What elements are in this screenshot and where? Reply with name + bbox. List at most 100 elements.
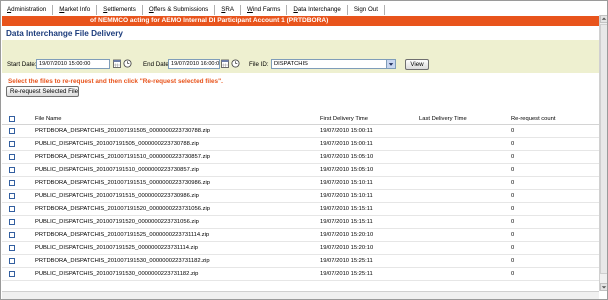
file-name-cell: PRTDBORA_DISPATCHIS_201007191530_0000000…	[35, 258, 210, 264]
row-checkbox[interactable]	[9, 271, 15, 277]
first-delivery-cell: 19/07/2010 15:05:10	[320, 167, 374, 173]
rerequest-count-cell: 0	[511, 193, 515, 199]
file-name-cell: PRTDBORA_DISPATCHIS_201007191525_0000000…	[35, 232, 210, 238]
table-row: PUBLIC_DISPATCHIS_201007191505_000000022…	[2, 138, 599, 151]
end-calendar-icon[interactable]	[221, 59, 229, 68]
table-row: PRTDBORA_DISPATCHIS_201007191525_0000000…	[2, 229, 599, 242]
file-name-cell: PUBLIC_DISPATCHIS_201007191530_000000022…	[35, 271, 199, 277]
start-date-label: Start Date:	[7, 61, 37, 68]
rerequest-count-cell: 0	[511, 271, 515, 277]
first-delivery-cell: 19/07/2010 15:25:11	[320, 271, 373, 277]
page-title: Data Interchange File Delivery	[6, 29, 123, 38]
rerequest-count-cell: 0	[511, 245, 515, 251]
first-delivery-cell: 19/07/2010 15:00:11	[320, 128, 373, 134]
file-id-label: File ID:	[249, 61, 269, 68]
row-checkbox[interactable]	[9, 141, 15, 147]
rerequest-count-cell: 0	[511, 167, 515, 173]
end-clock-icon[interactable]	[231, 59, 240, 68]
header-first-delivery-time[interactable]: First Delivery Time	[320, 113, 410, 125]
first-delivery-cell: 19/07/2010 15:00:11	[320, 141, 373, 147]
file-id-selected-value: DISPATCHIS	[274, 61, 308, 67]
rerequest-count-cell: 0	[511, 219, 515, 225]
table-row: PRTDBORA_DISPATCHIS_201007191520_0000000…	[2, 203, 599, 216]
rerequest-count-cell: 0	[511, 232, 515, 238]
main-menu-bar: Administration Market Info Settlements Offe…	[1, 4, 599, 15]
table-row: PRTDBORA_DISPATCHIS_201007191515_0000000…	[2, 177, 599, 190]
row-checkbox[interactable]	[9, 167, 15, 173]
row-checkbox[interactable]	[9, 245, 15, 251]
start-clock-icon[interactable]	[123, 59, 132, 68]
menu-market-info[interactable]: Market Info	[53, 4, 98, 15]
table-row: PUBLIC_DISPATCHIS_201007191525_000000022…	[2, 242, 599, 255]
header-file-name[interactable]: File Name	[35, 113, 315, 125]
file-name-cell: PUBLIC_DISPATCHIS_201007191510_000000022…	[35, 167, 199, 173]
start-calendar-icon[interactable]	[113, 59, 121, 68]
first-delivery-cell: 19/07/2010 15:05:10	[320, 154, 374, 160]
rerequest-selected-button[interactable]: Re-request Selected File	[6, 86, 79, 97]
select-all-checkbox[interactable]	[9, 116, 15, 122]
files-table: File Name First Delivery Time Last Deliv…	[2, 113, 599, 281]
file-name-cell: PUBLIC_DISPATCHIS_201007191515_000000022…	[35, 193, 199, 199]
scroll-up-icon[interactable]	[600, 15, 607, 23]
menu-offers-submissions[interactable]: Offers & Submissions	[143, 4, 216, 15]
file-name-cell: PUBLIC_DISPATCHIS_201007191525_000000022…	[35, 245, 198, 251]
filter-panel: Start Date: 19/07/2010 15:00:00 End Date…	[2, 40, 599, 73]
end-date-label: End Date:	[143, 61, 171, 68]
file-name-cell: PRTDBORA_DISPATCHIS_201007191510_0000000…	[35, 154, 210, 160]
menu-wind-farms[interactable]: Wind Farms	[241, 4, 288, 15]
table-row: PRTDBORA_DISPATCHIS_201007191510_0000000…	[2, 151, 599, 164]
first-delivery-cell: 19/07/2010 15:10:11	[320, 180, 373, 186]
start-date-input[interactable]: 19/07/2010 15:00:00	[36, 59, 110, 69]
menu-sra[interactable]: SRA	[215, 4, 242, 15]
table-row: PUBLIC_DISPATCHIS_201007191520_000000022…	[2, 216, 599, 229]
table-row: PRTDBORA_DISPATCHIS_201007191530_0000000…	[2, 255, 599, 268]
row-checkbox[interactable]	[9, 128, 15, 134]
row-checkbox[interactable]	[9, 154, 15, 160]
view-button[interactable]: View	[405, 59, 429, 70]
rerequest-count-cell: 0	[511, 154, 515, 160]
rerequest-count-cell: 0	[511, 180, 515, 186]
menu-data-interchange-label: ata Interchange	[297, 5, 341, 13]
row-checkbox[interactable]	[9, 219, 15, 225]
chevron-down-icon[interactable]	[386, 60, 395, 68]
table-row: PRTDBORA_DISPATCHIS_201007191505_0000000…	[2, 125, 599, 138]
menu-administration[interactable]: Administration	[1, 4, 54, 15]
menu-market-info-label: arket Info	[64, 5, 91, 13]
first-delivery-cell: 19/07/2010 15:10:11	[320, 193, 373, 199]
file-name-cell: PUBLIC_DISPATCHIS_201007191520_000000022…	[35, 219, 199, 225]
menu-data-interchange[interactable]: Data Interchange	[287, 4, 348, 15]
end-date-input[interactable]: 19/07/2010 16:00:00	[168, 59, 220, 69]
menu-sra-label: RA	[225, 5, 235, 13]
menu-sign-out[interactable]: Sign Out	[348, 4, 385, 15]
row-checkbox[interactable]	[9, 206, 15, 212]
file-name-cell: PRTDBORA_DISPATCHIS_201007191520_0000000…	[35, 206, 210, 212]
file-id-select[interactable]: DISPATCHIS	[271, 59, 396, 69]
first-delivery-cell: 19/07/2010 15:20:10	[320, 232, 374, 238]
row-checkbox[interactable]	[9, 180, 15, 186]
first-delivery-cell: 19/07/2010 15:25:11	[320, 258, 373, 264]
header-rerequest-count[interactable]: Re-request count	[511, 113, 591, 125]
table-row: PUBLIC_DISPATCHIS_201007191510_000000022…	[2, 164, 599, 177]
row-checkbox[interactable]	[9, 232, 15, 238]
account-banner: of NEMMCO acting for AEMO Internal DI Pa…	[2, 16, 599, 26]
menu-administration-label: dministration	[11, 5, 47, 13]
file-name-cell: PRTDBORA_DISPATCHIS_201007191505_0000000…	[35, 128, 210, 134]
table-row: PUBLIC_DISPATCHIS_201007191515_000000022…	[2, 190, 599, 203]
row-checkbox[interactable]	[9, 193, 15, 199]
row-checkbox[interactable]	[9, 258, 15, 264]
browser-window: Administration Market Info Settlements Offe…	[0, 0, 608, 300]
menu-wind-farms-label: ind Farms	[252, 5, 281, 13]
menu-settlements-label: ettlements	[107, 5, 136, 13]
scroll-down-icon[interactable]	[600, 283, 607, 291]
vertical-scrollbar[interactable]	[599, 15, 607, 291]
table-header: File Name First Delivery Time Last Deliv…	[2, 113, 599, 125]
horizontal-scrollbar[interactable]	[2, 291, 599, 299]
menu-offers-submissions-label: ffers & Submissions	[153, 5, 209, 13]
header-last-delivery-time[interactable]: Last Delivery Time	[419, 113, 509, 125]
menu-sign-out-label-pre: Sign Out	[353, 5, 378, 13]
menu-settlements[interactable]: Settlements	[97, 4, 143, 15]
rerequest-count-cell: 0	[511, 128, 515, 134]
instruction-text: Select the files to re-request and then …	[8, 78, 223, 85]
rerequest-count-cell: 0	[511, 258, 515, 264]
scrollbar-thumb[interactable]	[600, 24, 607, 274]
